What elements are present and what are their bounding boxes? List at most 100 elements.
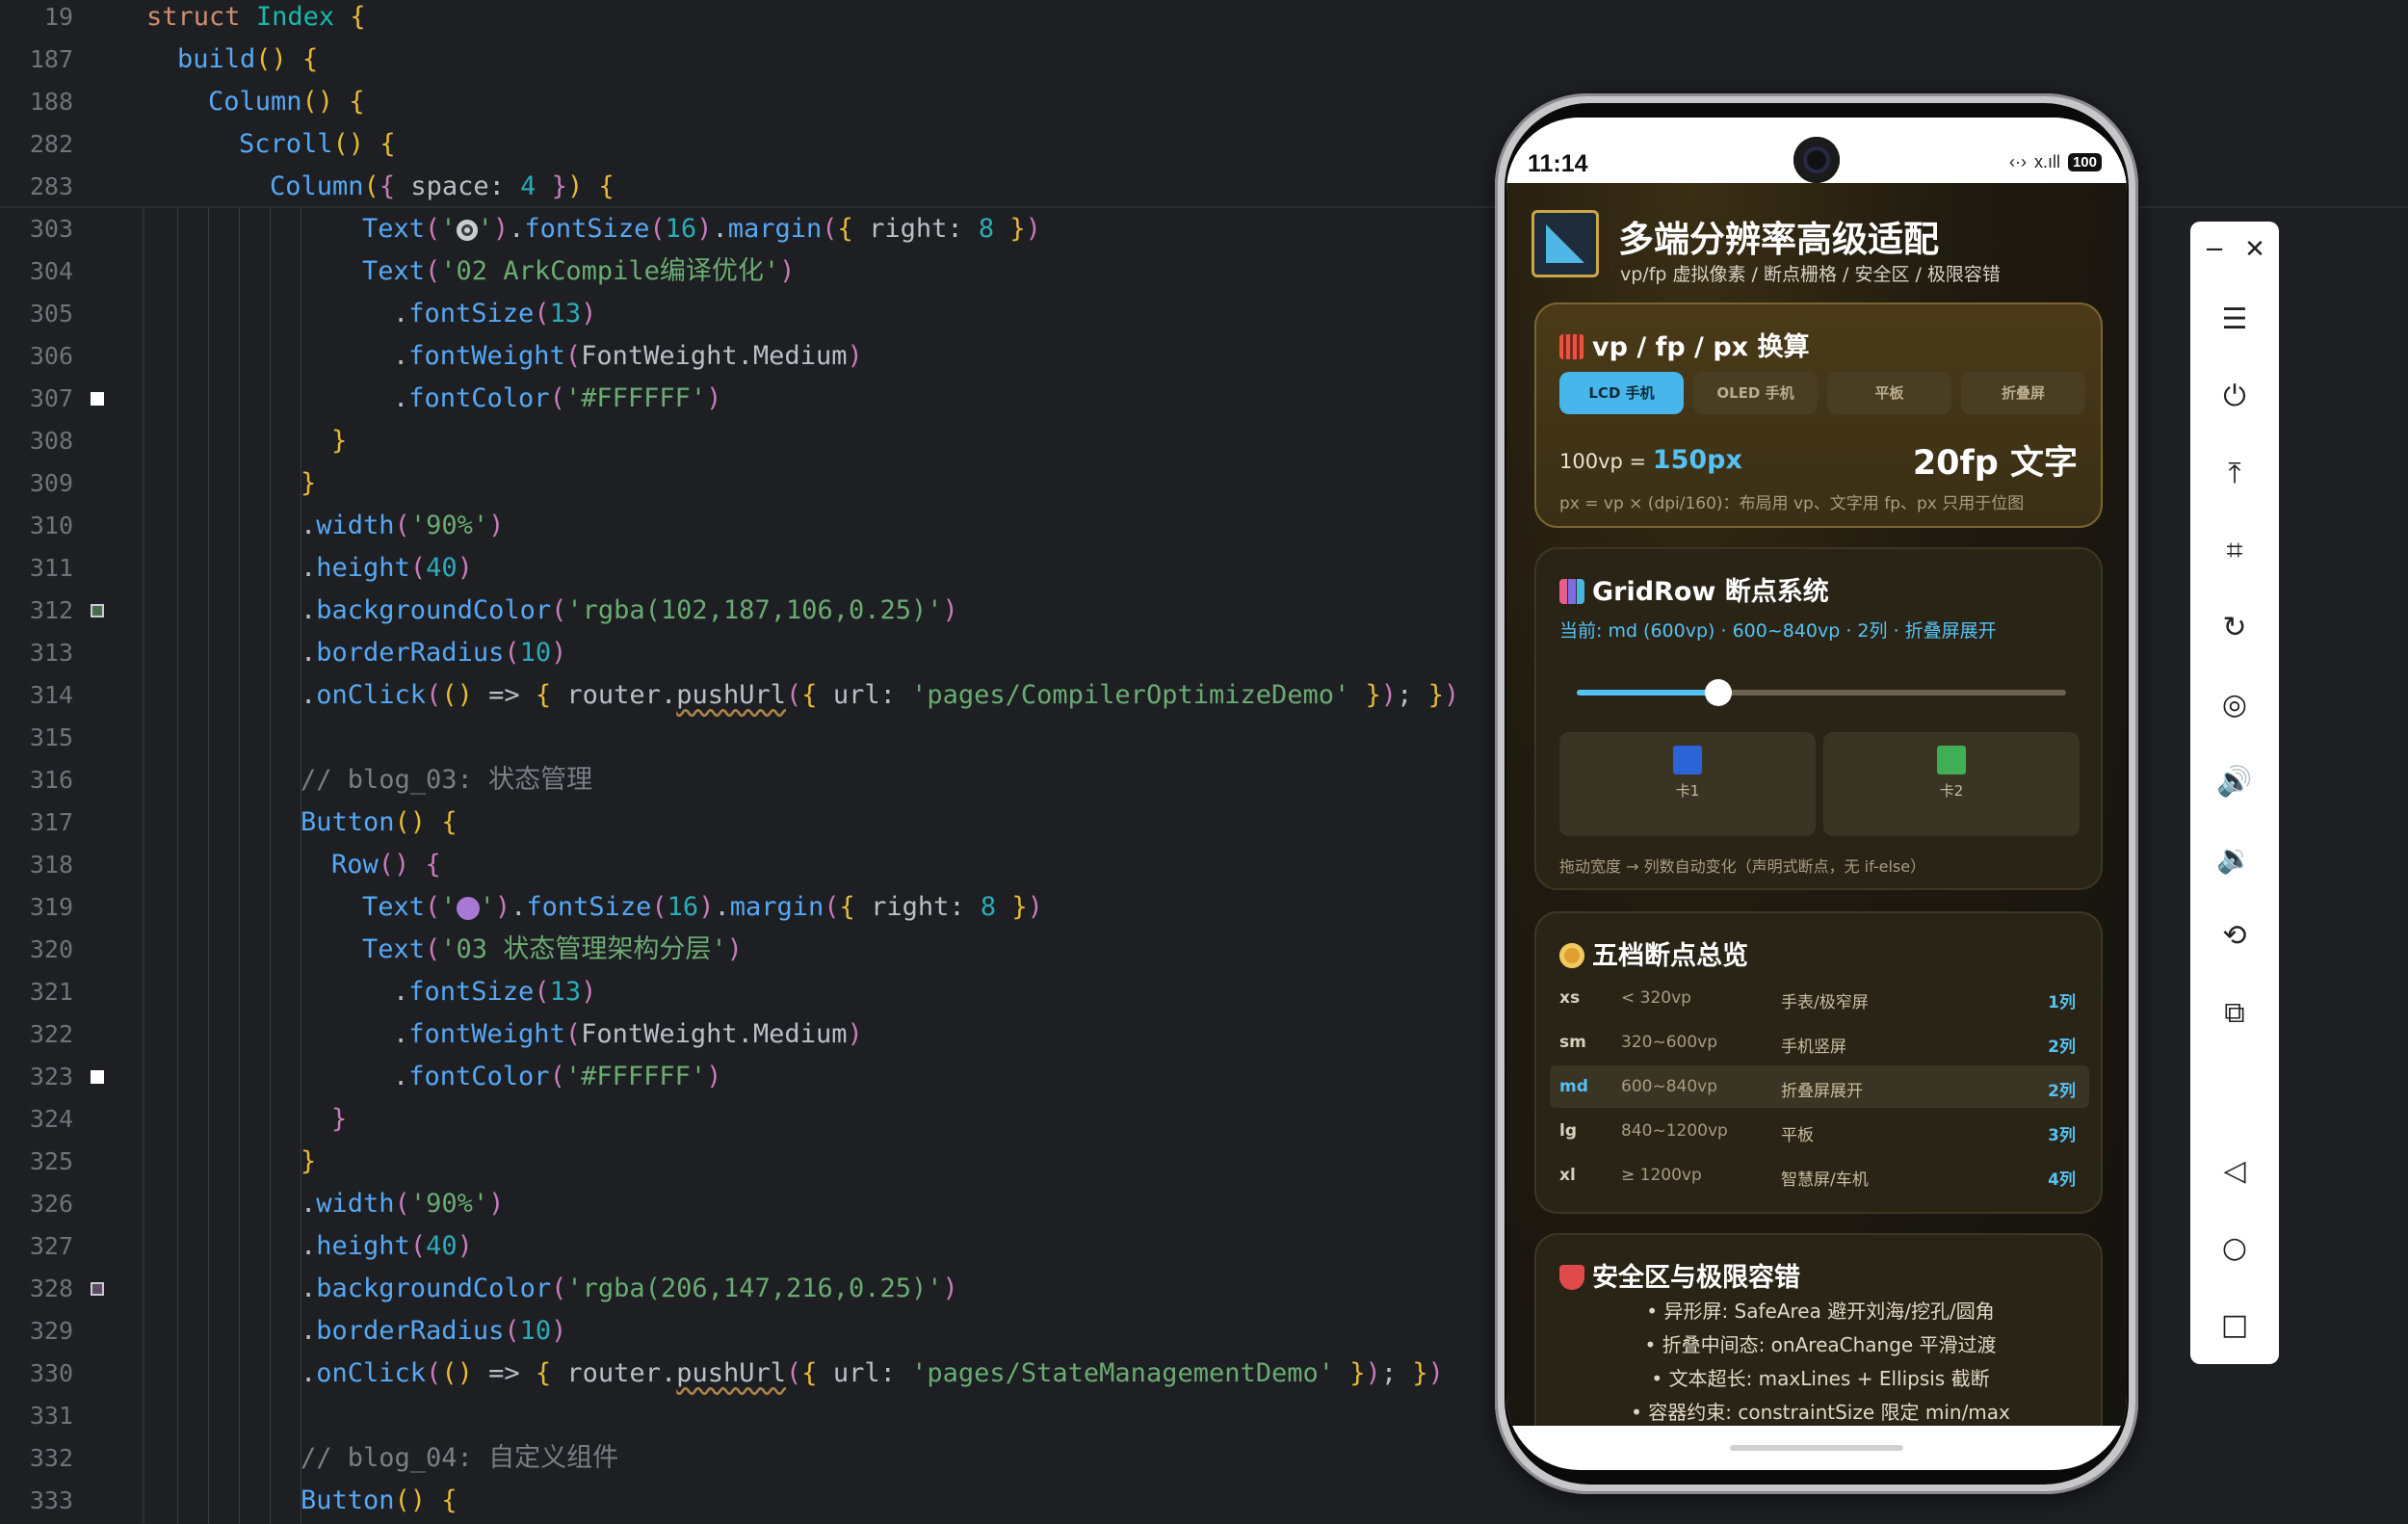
gridrow-card: GridRow 断点系统 当前: md (600vp) · 600~840vp …: [1534, 547, 2103, 890]
line-number: 188: [29, 88, 73, 116]
code-line[interactable]: 188 Column() {: [0, 81, 1483, 123]
card-title: GridRow 断点系统: [1559, 570, 1829, 608]
line-number: 310: [29, 512, 73, 539]
breakpoint-info: 当前: md (600vp) · 600~840vp · 2列 · 折叠屏展开: [1559, 620, 1997, 642]
app-content[interactable]: 多端分辨率高级适配 vp/fp 虚拟像素 / 断点栅格 / 安全区 / 极限容错…: [1506, 183, 2127, 1470]
code-line[interactable]: 316 // blog_03: 状态管理: [0, 759, 1483, 801]
line-number: 187: [29, 45, 73, 73]
code-line[interactable]: 303 Text(' ').fontSize(16).margin({ right…: [0, 208, 1483, 250]
line-number: 330: [29, 1359, 73, 1387]
device-tabs: LCD 手机 OLED 手机 平板 折叠屏: [1559, 372, 2085, 414]
code-line[interactable]: 324 }: [0, 1098, 1483, 1141]
code-line[interactable]: 319 Text(' ').fontSize(16).margin({ right…: [0, 886, 1483, 929]
code-line[interactable]: 333 Button() {: [0, 1480, 1483, 1522]
line-number: 314: [29, 681, 73, 709]
card-title: 安全区与极限容错: [1559, 1256, 1800, 1294]
slider-thumb[interactable]: [1705, 679, 1733, 706]
battery-icon: 100: [2067, 153, 2102, 171]
code-line[interactable]: 330 .onClick(() => { router.pushUrl({ ur…: [0, 1353, 1483, 1395]
code-line[interactable]: 282 Scroll() {: [0, 123, 1483, 166]
breakpoint-row: xl ≥ 1200vp 智慧屏/车机 4列: [1559, 1166, 2076, 1190]
code-line[interactable]: 314 .onClick(() => { router.pushUrl({ ur…: [0, 674, 1483, 717]
screenshot-icon[interactable]: ◎: [2215, 686, 2254, 724]
breakpoint-row: lg 840~1200vp 平板 3列: [1559, 1121, 2076, 1145]
code-line[interactable]: 320 Text('03 状态管理架构分层'): [0, 929, 1483, 971]
line-number: 319: [29, 893, 73, 921]
shake-icon[interactable]: ⟲: [2215, 917, 2254, 956]
to-top-icon[interactable]: ⤒: [2215, 455, 2254, 493]
code-line[interactable]: 318 Row() {: [0, 844, 1483, 886]
minimize-button[interactable]: −: [2200, 235, 2229, 264]
line-number: 331: [29, 1402, 73, 1430]
card-color-swatch: [1937, 746, 1966, 775]
color-preview-white[interactable]: [91, 1070, 104, 1084]
code-line[interactable]: 19 struct Index {: [0, 0, 1483, 39]
code-line[interactable]: 332 // blog_04: 自定义组件: [0, 1437, 1483, 1480]
multi-device-icon[interactable]: ⧉: [2215, 994, 2254, 1033]
breakpoints-card: 五档断点总览 xs < 320vp 手表/极窄屏 1列 sm 320~600vp 手机竖屏…: [1534, 911, 2103, 1214]
code-line[interactable]: 325 }: [0, 1141, 1483, 1183]
line-number: 316: [29, 766, 73, 794]
conversion-card: vp / fp / px 换算 LCD 手机 OLED 手机 平板 折叠屏 10…: [1534, 302, 2103, 528]
color-preview-white[interactable]: [91, 392, 104, 406]
code-line[interactable]: 309 }: [0, 462, 1483, 505]
line-number: 303: [29, 215, 73, 243]
crop-icon[interactable]: ⌗: [2215, 532, 2254, 570]
recent-apps-icon[interactable]: □: [2215, 1306, 2254, 1345]
volume-up-icon[interactable]: 🔊: [2215, 763, 2254, 801]
back-icon[interactable]: ◁: [2215, 1152, 2254, 1191]
tab-lcd-phone[interactable]: LCD 手机: [1559, 372, 1684, 414]
code-line[interactable]: 326 .width('90%'): [0, 1183, 1483, 1225]
front-camera: [1793, 137, 1840, 183]
code-line[interactable]: 315: [0, 717, 1483, 759]
code-line[interactable]: 327 .height(40): [0, 1225, 1483, 1268]
status-time: 11:14: [1528, 150, 1588, 177]
code-line[interactable]: 283 Column({ space: 4 }) {: [0, 166, 1483, 208]
code-line[interactable]: 310 .width('90%'): [0, 505, 1483, 547]
code-line[interactable]: 187 build() {: [0, 39, 1483, 81]
volume-down-icon[interactable]: 🔉: [2215, 840, 2254, 879]
code-line[interactable]: 331: [0, 1395, 1483, 1437]
home-indicator[interactable]: [1730, 1445, 1903, 1451]
code-line[interactable]: 323 .fontColor('#FFFFFF'): [0, 1056, 1483, 1098]
line-number: 322: [29, 1020, 73, 1048]
gear-icon: [456, 219, 478, 241]
line-number: 308: [29, 427, 73, 455]
menu-icon[interactable]: ☰: [2215, 301, 2254, 339]
line-number: 332: [29, 1444, 73, 1472]
tab-foldable[interactable]: 折叠屏: [1961, 372, 2085, 414]
color-preview-green[interactable]: [91, 604, 104, 617]
code-line[interactable]: 321 .fontSize(13): [0, 971, 1483, 1013]
code-line[interactable]: 317 Button() {: [0, 801, 1483, 844]
power-icon[interactable]: ⏻: [2215, 378, 2254, 416]
line-number: 312: [29, 596, 73, 624]
network-icon: ‹·›: [2008, 152, 2027, 171]
conversion-note: px = vp × (dpi/160)：布局用 vp、文字用 fp、px 只用于…: [1559, 494, 2025, 513]
code-line[interactable]: 306 .fontWeight(FontWeight.Medium): [0, 335, 1483, 378]
code-line[interactable]: 328 .backgroundColor('rgba(206,147,216,0…: [0, 1268, 1483, 1310]
code-line[interactable]: 305 .fontSize(13): [0, 293, 1483, 335]
width-slider[interactable]: [1577, 679, 2066, 706]
card-title: 五档断点总览: [1559, 934, 1748, 972]
code-line[interactable]: 322 .fontWeight(FontWeight.Medium): [0, 1013, 1483, 1056]
home-icon[interactable]: ○: [2215, 1229, 2254, 1268]
tab-oled-phone[interactable]: OLED 手机: [1693, 372, 1818, 414]
code-line[interactable]: 312 .backgroundColor('rgba(102,187,106,0…: [0, 590, 1483, 632]
code-line[interactable]: 304 Text('02 ArkCompile编译优化'): [0, 250, 1483, 293]
tab-tablet[interactable]: 平板: [1827, 372, 1951, 414]
code-line[interactable]: 308 }: [0, 420, 1483, 462]
phone-screen[interactable]: 11:14 ‹·› x.ıll 100 多端分辨率高级适配 vp/fp 虚拟像素…: [1506, 118, 2127, 1470]
line-number: 304: [29, 257, 73, 285]
code-line[interactable]: 329 .borderRadius(10): [0, 1310, 1483, 1353]
code-line[interactable]: 311 .height(40): [0, 547, 1483, 590]
grid-cell: 卡1: [1559, 732, 1816, 836]
rotate-icon[interactable]: ↻: [2215, 609, 2254, 647]
emulator-toolbar: − ✕ ☰ ⏻ ⤒ ⌗ ↻ ◎ 🔊 🔉 ⟲ ⧉ ◁ ○ □: [2190, 222, 2279, 1364]
signal-icon: x.ıll: [2033, 152, 2060, 171]
code-line[interactable]: 313 .borderRadius(10): [0, 632, 1483, 674]
list-item: • 文本超长: maxLines + Ellipsis 截断: [1651, 1367, 1990, 1390]
close-button[interactable]: ✕: [2240, 235, 2269, 264]
code-line[interactable]: 307 .fontColor('#FFFFFF'): [0, 378, 1483, 420]
line-number: 282: [29, 130, 73, 158]
color-preview-purple[interactable]: [91, 1282, 104, 1296]
